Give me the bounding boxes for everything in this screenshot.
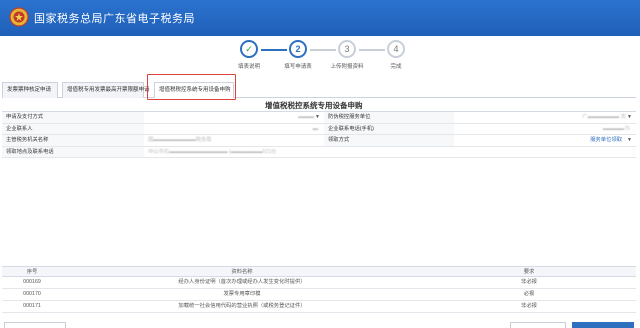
tax-authority-text: 国▬▬▬▬▬▬▬▬税务局 (148, 137, 212, 143)
pickup-location-label: 领取地点及联系电话 (2, 146, 144, 157)
application-form: 申请及支付方式 ▬▬▬ ▼ 防伪税控服务单位 广▬▬▬▬▬▬ 务 ▼ 企业联系人… (2, 111, 636, 158)
row-name: 经办人身份证明（首次办理或经办人发生变化时提供） (178, 279, 306, 285)
tax-bureau-logo-icon (9, 7, 29, 27)
app-window: 国家税务总局广东省电子税务局 ✓ 填表说明 2 填写申请表 3 上传附报资料 4… (0, 0, 640, 328)
pickup-location-text: 中山市石▬▬▬▬▬▬▬▬▬▬▬ (▬▬▬▬▬▬5219) (148, 148, 277, 155)
step-check-icon: ✓ (240, 40, 258, 58)
service-unit-value: 广▬▬▬▬▬▬ 务 (582, 114, 626, 120)
step-1: ✓ 填表说明 (224, 40, 274, 70)
step-number: 4 (387, 40, 405, 58)
top-header: 国家税务总局广东省电子税务局 (0, 0, 640, 36)
row-seq: 000170 (23, 291, 41, 297)
service-unit-label: 防伪税控服务单位 (324, 112, 454, 123)
form-row: 领取地点及联系电话 中山市石▬▬▬▬▬▬▬▬▬▬▬ (▬▬▬▬▬▬5219) (2, 146, 636, 158)
tab-invoice-limit[interactable]: 增值税专用发票最高开票限额申请 (62, 82, 150, 98)
step-number: 2 (289, 40, 307, 58)
pickup-location-value: 中山市石▬▬▬▬▬▬▬▬▬▬▬ (▬▬▬▬▬▬5219) (144, 147, 636, 158)
service-unit-select[interactable]: 广▬▬▬▬▬▬ 务 ▼ (454, 112, 636, 123)
payment-method-label: 申请及支付方式 (2, 112, 144, 123)
contact-person-value: ▬ (312, 125, 318, 132)
payment-method-select[interactable]: ▬▬▬ ▼ (144, 112, 324, 123)
payment-method-value: ▬▬▬ (298, 114, 314, 120)
form-row: 主管税务机关名称 国▬▬▬▬▬▬▬▬税务局 领取方式 服务单位领取 ▼ (2, 135, 636, 147)
tab-highlight-box (147, 74, 236, 100)
tab-invoice-type[interactable]: 发票票种核定申请 (2, 82, 58, 98)
step-label: 完成 (390, 64, 402, 70)
row-requirement: 非必报 (521, 303, 537, 309)
save-button[interactable] (510, 322, 566, 328)
pickup-method-value: 服务单位领取 (590, 137, 622, 143)
step-label: 填写申请表 (284, 64, 312, 70)
step-2: 2 填写申请表 (273, 40, 323, 70)
form-row: 企业联系人 ▬ 企业联系电话(手机) ▬▬▬▬75 (2, 123, 636, 135)
chevron-down-icon: ▼ (627, 114, 632, 120)
contact-person-label: 企业联系人 (2, 123, 144, 134)
table-row: 000171 加载统一社会信用代码的营业执照（或税务登记证件） 非必报 (2, 301, 636, 313)
chevron-down-icon: ▼ (627, 137, 632, 143)
attachments-table: 序号 资料名称 要求 000169 经办人身份证明（首次办理或经办人发生变化时提… (2, 266, 636, 313)
step-label: 上传附报资料 (330, 64, 364, 70)
form-title: 增值税税控系统专用设备申购 (265, 101, 363, 110)
pickup-method-select[interactable]: 服务单位领取 ▼ (454, 135, 636, 146)
contact-phone-label: 企业联系电话(手机) (324, 123, 454, 134)
contact-phone-value: ▬▬▬▬75 (602, 125, 630, 132)
row-requirement: 非必报 (521, 279, 537, 285)
next-button[interactable] (572, 322, 634, 328)
header-title: 国家税务总局广东省电子税务局 (34, 13, 195, 25)
row-name: 加载统一社会信用代码的营业执照（或税务登记证件） (178, 303, 306, 309)
table-header: 序号 资料名称 要求 (2, 266, 636, 277)
back-button[interactable] (4, 322, 66, 328)
step-label: 填表说明 (237, 64, 260, 70)
table-row: 000169 经办人身份证明（首次办理或经办人发生变化时提供） 非必报 (2, 277, 636, 289)
contact-person-input[interactable]: ▬ (144, 124, 324, 135)
tax-authority-value: 国▬▬▬▬▬▬▬▬税务局 (144, 135, 324, 146)
row-requirement: 必报 (523, 291, 535, 297)
step-4: 4 完成 (371, 40, 421, 70)
chevron-down-icon: ▼ (315, 114, 320, 120)
table-row: 000170 发票专用章印模 必报 (2, 289, 636, 301)
row-seq: 000171 (23, 303, 41, 309)
row-seq: 000169 (23, 279, 41, 285)
step-number: 3 (338, 40, 356, 58)
contact-phone-input[interactable]: ▬▬▬▬75 (454, 124, 636, 135)
tax-authority-label: 主管税务机关名称 (2, 135, 144, 146)
pickup-method-label: 领取方式 (324, 135, 454, 146)
progress-stepper: ✓ 填表说明 2 填写申请表 3 上传附报资料 4 完成 (224, 40, 414, 76)
step-3: 3 上传附报资料 (322, 40, 372, 70)
form-row: 申请及支付方式 ▬▬▬ ▼ 防伪税控服务单位 广▬▬▬▬▬▬ 务 ▼ (2, 112, 636, 124)
row-name: 发票专用章印模 (223, 291, 261, 297)
